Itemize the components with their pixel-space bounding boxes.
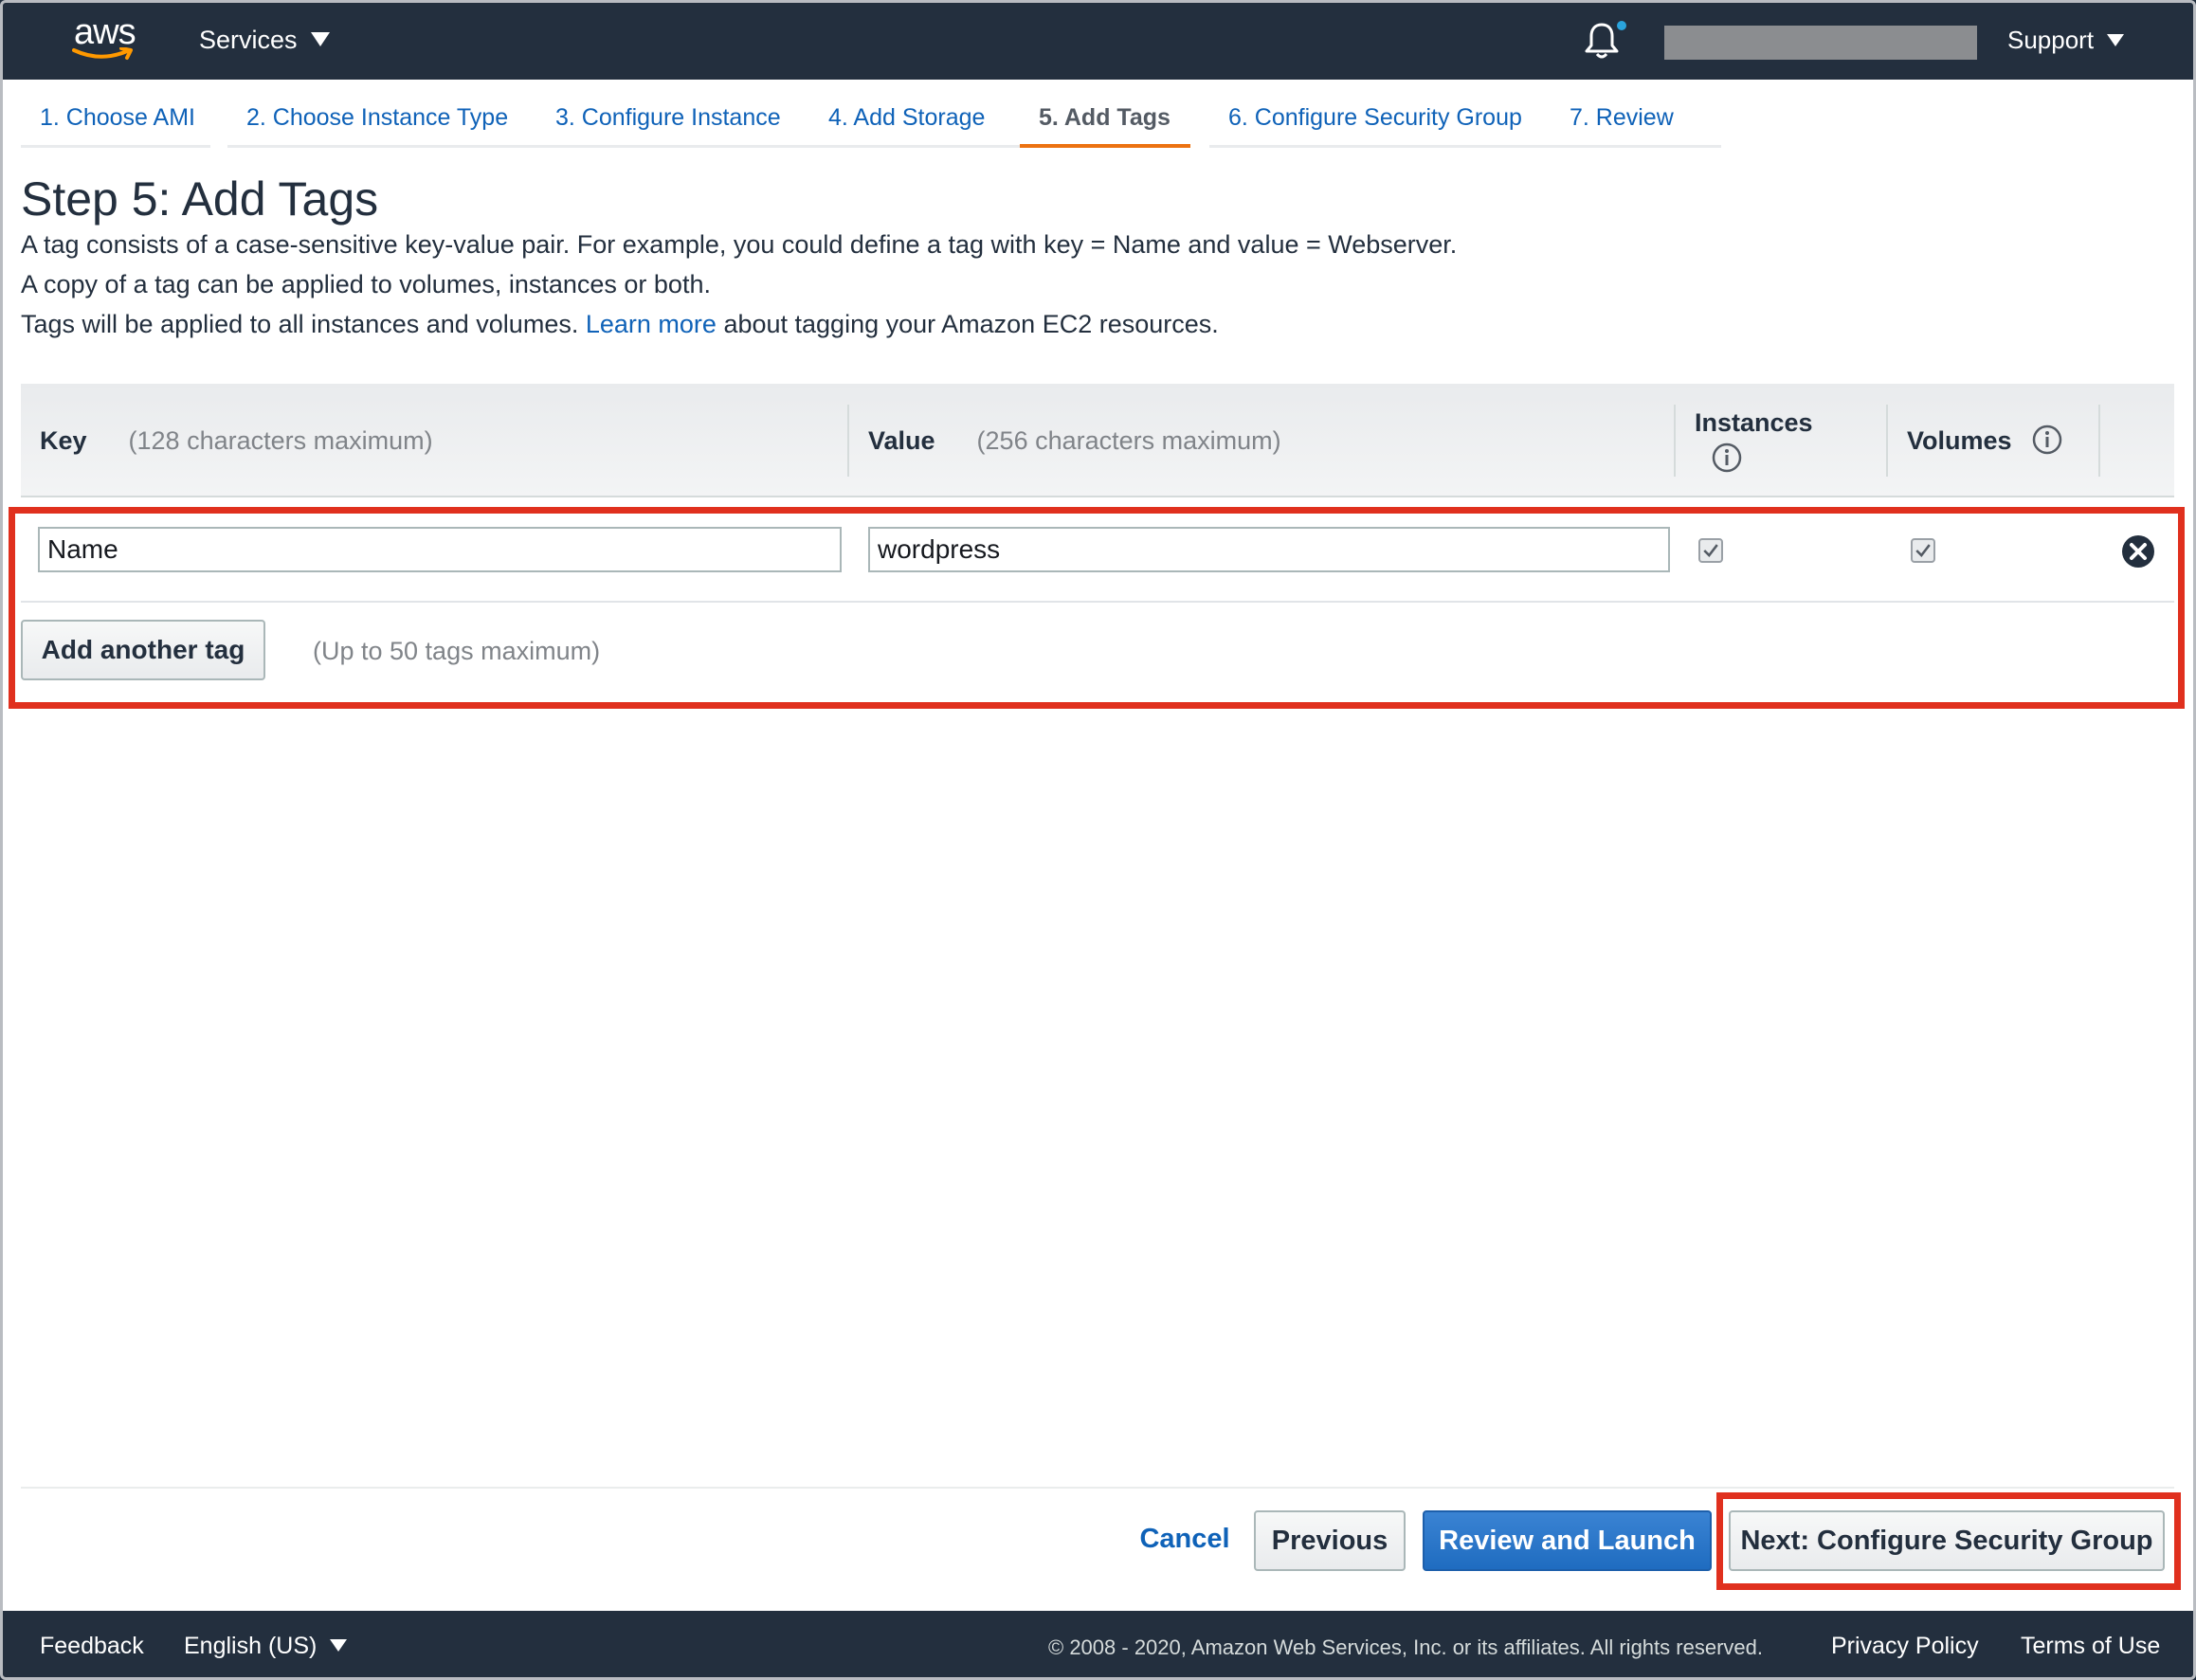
notification-dot bbox=[1615, 19, 1628, 32]
key-column-header: Key (128 characters maximum) bbox=[40, 425, 433, 457]
description-text: about tagging your Amazon EC2 resources. bbox=[723, 310, 1219, 338]
table-row bbox=[21, 512, 2174, 603]
support-label: Support bbox=[2007, 26, 2095, 54]
feedback-link[interactable]: Feedback bbox=[40, 1630, 144, 1662]
tab-add-tags[interactable]: 5. Add Tags bbox=[1020, 97, 1190, 148]
instances-checkbox[interactable] bbox=[1698, 538, 1723, 563]
volumes-column-header: Volumes bbox=[1907, 425, 2012, 457]
language-label: English (US) bbox=[184, 1633, 318, 1659]
tag-key-input[interactable] bbox=[38, 527, 842, 572]
key-hint: (128 characters maximum) bbox=[128, 426, 433, 455]
value-hint: (256 characters maximum) bbox=[976, 426, 1281, 455]
tab-add-storage[interactable]: 4. Add Storage bbox=[809, 97, 1020, 148]
remove-tag-icon[interactable] bbox=[2119, 533, 2157, 570]
privacy-policy-link[interactable]: Privacy Policy bbox=[1831, 1630, 1979, 1662]
description-line-3: Tags will be applied to all instances an… bbox=[21, 308, 1219, 340]
next-configure-security-group-button[interactable]: Next: Configure Security Group bbox=[1729, 1510, 2165, 1571]
page-title: Step 5: Add Tags bbox=[21, 172, 379, 226]
tag-value-input[interactable] bbox=[868, 527, 1670, 572]
tab-configure-instance[interactable]: 3. Configure Instance bbox=[536, 97, 811, 148]
aws-logo[interactable]: aws bbox=[68, 11, 140, 64]
tags-limit-hint: (Up to 50 tags maximum) bbox=[313, 637, 601, 665]
description-line-2: A copy of a tag can be applied to volume… bbox=[21, 270, 711, 298]
language-selector[interactable]: English (US) bbox=[184, 1630, 348, 1662]
terms-of-use-link[interactable]: Terms of Use bbox=[2021, 1630, 2160, 1662]
tab-review[interactable]: 7. Review bbox=[1551, 97, 1721, 148]
top-navigation-bar: aws Services Support bbox=[0, 0, 2196, 80]
support-menu[interactable]: Support bbox=[2007, 23, 2125, 57]
tab-choose-ami[interactable]: 1. Choose AMI bbox=[21, 97, 210, 148]
column-divider bbox=[1886, 405, 1888, 477]
copyright-text: © 2008 - 2020, Amazon Web Services, Inc.… bbox=[1048, 1635, 1763, 1659]
aws-logo-text: aws bbox=[74, 12, 136, 52]
info-icon[interactable] bbox=[2032, 425, 2062, 455]
chevron-down-icon bbox=[310, 32, 330, 46]
services-label: Services bbox=[199, 26, 298, 54]
tab-choose-instance-type[interactable]: 2. Choose Instance Type bbox=[227, 97, 538, 148]
chevron-down-icon bbox=[330, 1639, 348, 1652]
divider bbox=[21, 1487, 2174, 1489]
instances-column-header: Instances bbox=[1695, 406, 1813, 439]
review-and-launch-button[interactable]: Review and Launch bbox=[1423, 1510, 1712, 1571]
volumes-checkbox[interactable] bbox=[1911, 538, 1935, 563]
cancel-button[interactable]: Cancel bbox=[1128, 1510, 1242, 1571]
previous-button[interactable]: Previous bbox=[1254, 1510, 1406, 1571]
learn-more-link[interactable]: Learn more bbox=[586, 310, 717, 338]
services-menu[interactable]: Services bbox=[199, 23, 330, 57]
info-icon[interactable] bbox=[1712, 443, 1742, 473]
description-text: Tags will be applied to all instances an… bbox=[21, 310, 579, 338]
value-header-label: Value bbox=[868, 426, 935, 455]
footer-bar: Feedback English (US) © 2008 - 2020, Ama… bbox=[0, 1611, 2196, 1680]
description-line-1: A tag consists of a case-sensitive key-v… bbox=[21, 230, 1458, 259]
key-header-label: Key bbox=[40, 426, 87, 455]
column-divider bbox=[847, 405, 849, 477]
tags-table-header: Key (128 characters maximum) Value (256 ch… bbox=[21, 384, 2174, 497]
add-another-tag-button[interactable]: Add another tag bbox=[21, 620, 265, 680]
volumes-header-label: Volumes bbox=[1907, 426, 2012, 455]
tab-configure-security-group[interactable]: 6. Configure Security Group bbox=[1209, 97, 1552, 148]
column-divider bbox=[1674, 405, 1676, 477]
instances-header-label: Instances bbox=[1695, 408, 1813, 437]
value-column-header: Value (256 characters maximum) bbox=[868, 425, 1281, 457]
aws-smile-icon bbox=[72, 47, 133, 60]
account-menu[interactable] bbox=[1664, 26, 1977, 60]
column-divider bbox=[2098, 405, 2100, 477]
chevron-down-icon bbox=[2107, 34, 2125, 46]
